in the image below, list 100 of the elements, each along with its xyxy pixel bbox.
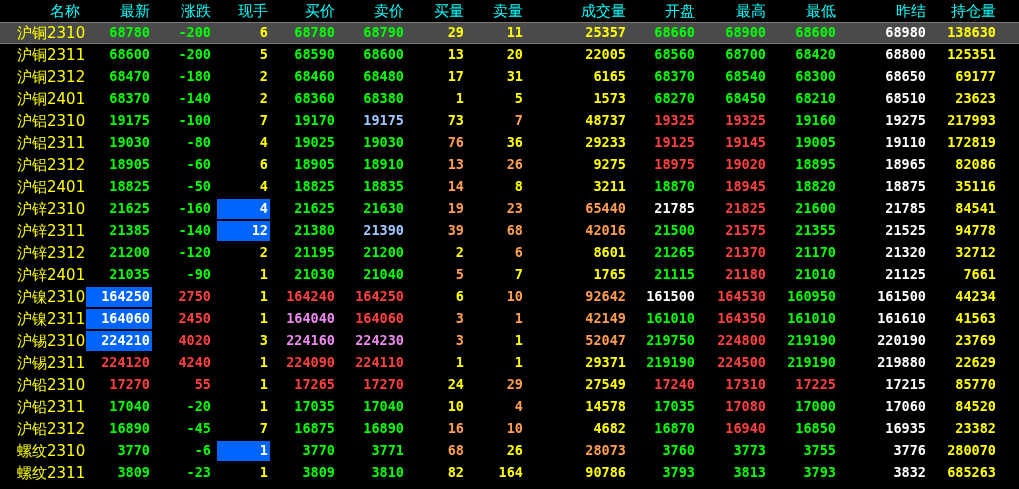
cell-value: -20	[186, 400, 211, 414]
table-row[interactable]: 沪锌2310 21625 -160 4 21625 21630 19 23 65440 21785 21825 21600 21785 84541	[0, 198, 1019, 220]
cell-value: 21035	[109, 268, 150, 282]
cell-value: 685263	[947, 466, 996, 480]
cell-value: 68370	[654, 70, 695, 84]
cell-value: 17215	[885, 378, 926, 392]
column-header[interactable]: 昨结	[838, 1, 928, 21]
cell-value: 224800	[717, 334, 766, 348]
cell-value: -50	[186, 180, 211, 194]
cell-value: 21010	[795, 268, 836, 282]
cell-value: 3810	[371, 466, 404, 480]
cell-value: 32712	[955, 246, 996, 260]
cell-value: 19005	[795, 136, 836, 150]
cell-value: 18825	[294, 180, 335, 194]
column-header[interactable]: 最新	[82, 1, 152, 21]
contract-name: 螺纹2311	[17, 465, 86, 481]
table-row[interactable]: 沪铜2310 68780 -200 6 68780 68790 29 11 25357 68660 68900 68600 68980 138630	[0, 22, 1019, 44]
table-row[interactable]: 沪镍2310 164250 2750 1 164240 164250 6 10 92642 161500 164530 160950 161500 44234	[0, 286, 1019, 308]
cell-value: 18895	[795, 158, 836, 172]
column-header[interactable]: 卖量	[466, 1, 525, 21]
cell-value: 21170	[795, 246, 836, 260]
table-row[interactable]: 螺纹2310 3770 -6 1 3770 3771 68 26 28073 3760 3773 3755 3776 280070	[0, 440, 1019, 462]
column-header[interactable]: 卖价	[337, 1, 406, 21]
cell-value: 164250	[355, 290, 404, 304]
column-header[interactable]: 成交量	[525, 1, 628, 21]
cell-value: 21370	[725, 246, 766, 260]
cell-value: 68800	[885, 48, 926, 62]
cell-value: 21200	[109, 246, 150, 260]
table-row[interactable]: 沪铜2401 68370 -140 2 68360 68380 1 5 1573 68270 68450 68210 68510 23623	[0, 88, 1019, 110]
cell-value: 160950	[787, 290, 836, 304]
column-header[interactable]: 持仓量	[928, 1, 998, 21]
table-row[interactable]: 沪镍2311 164060 2450 1 164040 164060 3 1 42149 161010 164350 161010 161610 41563	[0, 308, 1019, 330]
table-row[interactable]: 沪铝2312 18905 -60 6 18905 18910 13 26 9275 18975 19020 18895 18965 82086	[0, 154, 1019, 176]
cell-value: 84541	[955, 202, 996, 216]
cell-value: 19125	[654, 136, 695, 150]
table-row[interactable]: 沪铝2311 19030 -80 4 19025 19030 76 36 29233 19125 19145 19005 19110 172819	[0, 132, 1019, 154]
cell-value: 4	[514, 400, 523, 414]
cell-value: 4682	[593, 422, 626, 436]
cell-value: 17035	[654, 400, 695, 414]
cell-value: 21500	[654, 224, 695, 238]
cell-value: 21390	[363, 224, 404, 238]
cell-value: 23382	[955, 422, 996, 436]
cell-value: 90786	[585, 466, 626, 480]
cell-value: 16875	[294, 422, 335, 436]
contract-name: 沪铅2312	[17, 421, 86, 437]
cell-value: 161500	[646, 290, 695, 304]
contract-name: 螺纹2310	[17, 443, 86, 459]
table-row[interactable]: 螺纹2311 3809 -23 1 3809 3810 82 164 90786 3793 3813 3793 3832 685263	[0, 462, 1019, 484]
contract-name: 沪铝2310	[17, 113, 86, 129]
table-row[interactable]: 沪铅2310 17270 55 1 17265 17270 24 29 27549 17240 17310 17225 17215 85770	[0, 374, 1019, 396]
cell-value: 68460	[294, 70, 335, 84]
table-row[interactable]: 沪铝2401 18825 -50 4 18825 18835 14 8 3211 18870 18945 18820 18875 35116	[0, 176, 1019, 198]
table-row[interactable]: 沪铅2311 17040 -20 1 17035 17040 10 4 14578 17035 17080 17000 17060 84520	[0, 396, 1019, 418]
table-row[interactable]: 沪锡2310 224210 4020 3 224160 224230 3 1 52047 219750 224800 219190 220190 23769	[0, 330, 1019, 352]
cell-value: 68360	[294, 92, 335, 106]
cell-value: 18910	[363, 158, 404, 172]
cell-value: 68480	[363, 70, 404, 84]
column-header[interactable]: 涨跌	[152, 1, 213, 21]
column-header[interactable]: 买量	[406, 1, 466, 21]
cell-value: -45	[186, 422, 211, 436]
cell-value: 3760	[662, 444, 695, 458]
cell-value: 224500	[717, 356, 766, 370]
cell-value: 82086	[955, 158, 996, 172]
column-header[interactable]: 最高	[697, 1, 768, 21]
cell-value: 94778	[955, 224, 996, 238]
cell-value: 31	[506, 70, 523, 84]
cell-value: 92642	[585, 290, 626, 304]
cell-value: 22005	[585, 48, 626, 62]
cell-value: 27549	[585, 378, 626, 392]
table-row[interactable]: 沪锡2311 224120 4240 1 224090 224110 1 1 29371 219190 224500 219190 219880 22629	[0, 352, 1019, 374]
table-row[interactable]: 沪铝2310 19175 -100 7 19170 19175 73 7 48737 19325 19325 19160 19275 217993	[0, 110, 1019, 132]
table-row[interactable]: 沪铅2312 16890 -45 7 16875 16890 16 10 4682 16870 16940 16850 16935 23382	[0, 418, 1019, 440]
cell-value: 36	[506, 136, 523, 150]
table-row[interactable]: 沪锌2401 21035 -90 1 21030 21040 5 7 1765 21115 21180 21010 21125 7661	[0, 264, 1019, 286]
cell-value: -140	[178, 92, 211, 106]
cell-value: 68600	[795, 26, 836, 40]
cell-value: 68600	[363, 48, 404, 62]
cell-value: 7	[259, 114, 268, 128]
table-row[interactable]: 沪铜2312 68470 -180 2 68460 68480 17 31 6165 68370 68540 68300 68650 69177	[0, 66, 1019, 88]
table-row[interactable]: 沪锌2312 21200 -120 2 21195 21200 2 6 8601 21265 21370 21170 21320 32712	[0, 242, 1019, 264]
column-header[interactable]: 名称	[0, 1, 82, 21]
cell-value: 3773	[733, 444, 766, 458]
cell-value: 76	[447, 136, 464, 150]
cell-value: 18905	[294, 158, 335, 172]
cell-value: 164060	[355, 312, 404, 326]
cell-value: -60	[186, 158, 211, 172]
cell-value: 68790	[363, 26, 404, 40]
cell-value: 2	[259, 92, 268, 106]
column-header[interactable]: 买价	[270, 1, 337, 21]
cell-value: 17	[447, 70, 464, 84]
cell-value: 18975	[654, 158, 695, 172]
table-row[interactable]: 沪铜2311 68600 -200 5 68590 68600 13 20 22005 68560 68700 68420 68800 125351	[0, 44, 1019, 66]
cell-value: 23	[506, 202, 523, 216]
cell-value: 16890	[109, 422, 150, 436]
table-row[interactable]: 沪锌2311 21385 -140 12 21380 21390 39 68 42016 21500 21575 21355 21525 94778	[0, 220, 1019, 242]
contract-name: 沪镍2310	[17, 289, 86, 305]
cell-value: 17035	[294, 400, 335, 414]
column-header[interactable]: 最低	[768, 1, 838, 21]
column-header[interactable]: 开盘	[628, 1, 697, 21]
column-header[interactable]: 现手	[213, 1, 270, 21]
